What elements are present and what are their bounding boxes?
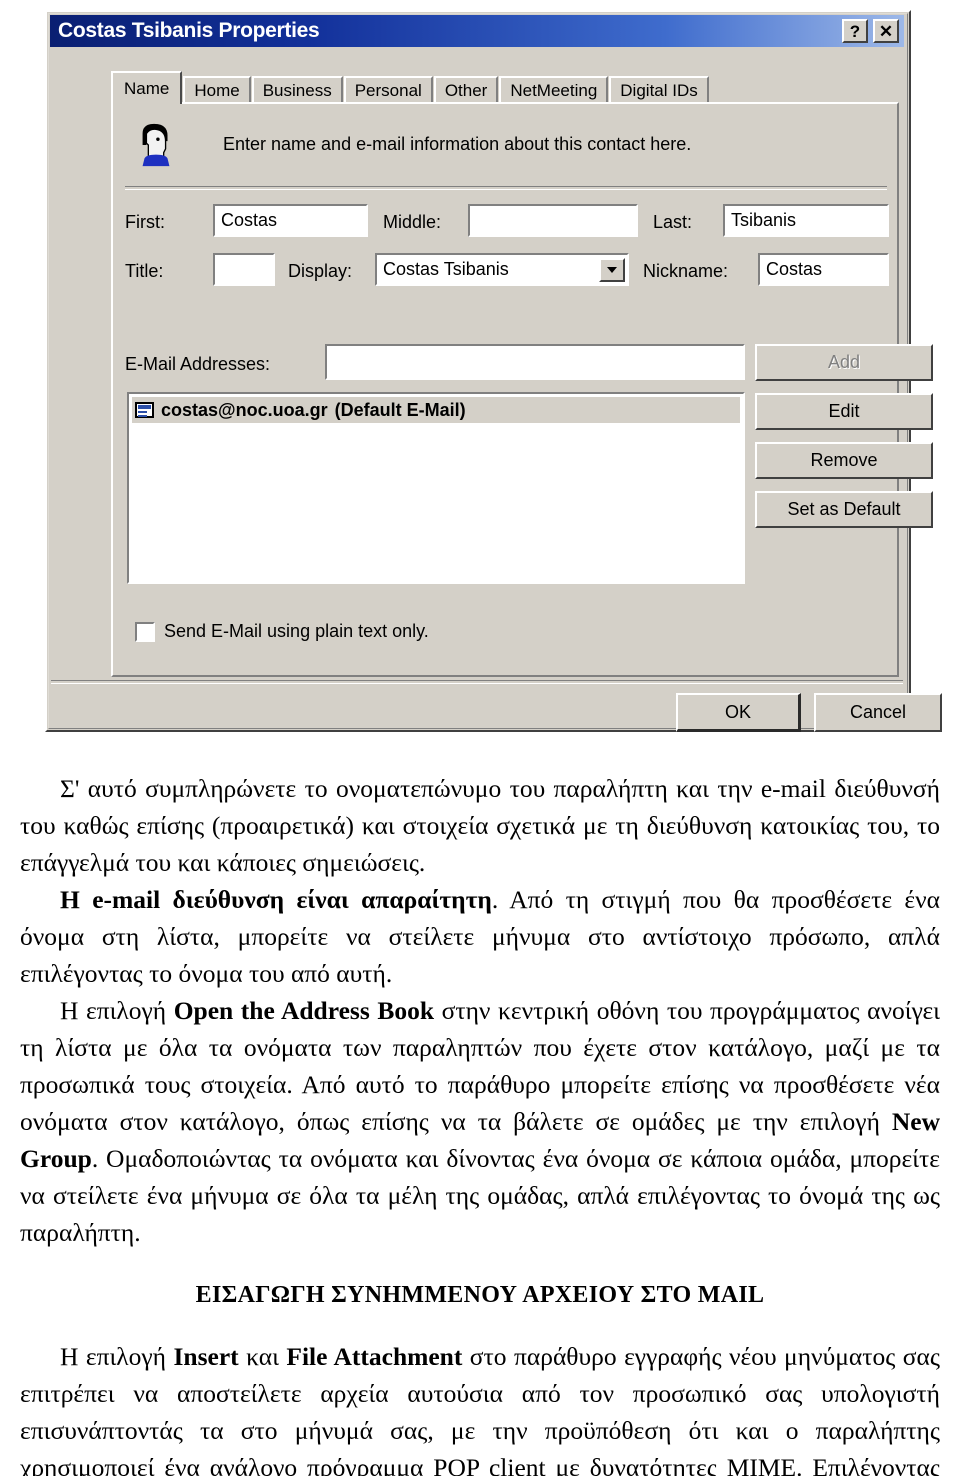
- open-address-book-term: Open the Address Book: [173, 996, 435, 1025]
- person-head-icon: [133, 122, 179, 168]
- middle-label: Middle:: [383, 212, 442, 232]
- chevron-down-icon[interactable]: [599, 257, 625, 282]
- plain-text-checkbox-row[interactable]: Send E-Mail using plain text only.: [135, 621, 429, 642]
- ok-button[interactable]: OK: [676, 693, 801, 732]
- name-tab-panel: Enter name and e-mail information about …: [111, 102, 933, 677]
- last-label: Last:: [653, 212, 693, 232]
- tab-name[interactable]: Name: [111, 71, 183, 104]
- tab-netmeeting[interactable]: NetMeeting: [499, 76, 609, 104]
- tab-strip: Name Home Business Personal Other NetMee…: [111, 71, 899, 104]
- insert-term: Insert: [173, 1342, 239, 1371]
- paragraph-3-tail: . Ομαδοποιώντας τα ονόματα και δίνοντας …: [20, 1144, 940, 1247]
- email-address-text: costas@noc.uoa.gr: [161, 399, 328, 420]
- nickname-input[interactable]: Costas: [758, 253, 889, 286]
- email-address-input[interactable]: [325, 344, 745, 380]
- email-default-suffix: (Default E-Mail): [334, 399, 466, 420]
- help-icon[interactable]: ?: [842, 19, 868, 43]
- first-label: First:: [125, 212, 165, 232]
- mail-card-icon: [135, 402, 154, 418]
- title-input[interactable]: [213, 253, 275, 286]
- tab-business[interactable]: Business: [251, 76, 343, 104]
- display-name-combobox[interactable]: Costas Tsibanis: [375, 253, 629, 286]
- paragraph-1: Σ' αυτό συμπληρώνετε το ονοματεπώνυμο το…: [20, 770, 940, 881]
- first-name-input[interactable]: Costas: [213, 204, 368, 237]
- tab-other[interactable]: Other: [433, 76, 499, 104]
- titlebar-buttons: ? ✕: [842, 19, 904, 43]
- panel-divider: [125, 186, 887, 190]
- page-root: Costas Tsibanis Properties ? ✕ Name Home…: [0, 0, 960, 1476]
- close-icon[interactable]: ✕: [873, 19, 899, 43]
- file-attachment-term: File Attachment: [286, 1342, 463, 1371]
- panel-hint-text: Enter name and e-mail information about …: [223, 134, 692, 154]
- nickname-label: Nickname:: [643, 261, 729, 281]
- footer-divider: [51, 680, 903, 684]
- paragraph-4-lead: Η επιλογή: [60, 1342, 174, 1371]
- tab-personal[interactable]: Personal: [343, 76, 433, 104]
- dialog-title: Costas Tsibanis Properties: [58, 19, 320, 42]
- section-heading: ΕΙΣΑΓΩΓΗ ΣΥΝΗΜΜΕΝΟΥ ΑΡΧΕΙΟΥ ΣΤΟ MAIL: [195, 1282, 765, 1308]
- contact-properties-dialog: Costas Tsibanis Properties ? ✕ Name Home…: [45, 10, 942, 732]
- document-body: Σ' αυτό συμπληρώνετε το ονοματεπώνυμο το…: [20, 770, 940, 1476]
- email-list[interactable]: costas@noc.uoa.gr (Default E-Mail): [127, 392, 745, 584]
- display-name-value: Costas Tsibanis: [383, 259, 509, 279]
- paragraph-4: Η επιλογή Insert και File Attachment στο…: [20, 1338, 940, 1476]
- dialog-titlebar[interactable]: Costas Tsibanis Properties ? ✕: [50, 15, 904, 47]
- title-label: Title:: [125, 261, 164, 281]
- last-name-input[interactable]: Tsibanis: [723, 204, 889, 237]
- plain-text-checkbox-label: Send E-Mail using plain text only.: [164, 621, 429, 641]
- paragraph-3-lead: Η επιλογή: [60, 996, 174, 1025]
- email-addresses-label: E-Mail Addresses:: [125, 354, 271, 374]
- plain-text-checkbox[interactable]: [135, 621, 155, 642]
- tab-digital-ids[interactable]: Digital IDs: [609, 76, 709, 104]
- tab-home[interactable]: Home: [183, 76, 251, 104]
- cancel-button[interactable]: Cancel: [814, 693, 942, 732]
- middle-name-input[interactable]: [468, 204, 638, 237]
- display-label: Display:: [288, 261, 353, 281]
- add-email-button[interactable]: Add: [755, 344, 933, 381]
- paragraph-3: Η επιλογή Open the Address Book στην κεν…: [20, 992, 940, 1251]
- list-item[interactable]: costas@noc.uoa.gr (Default E-Mail): [132, 397, 740, 423]
- set-as-default-button[interactable]: Set as Default: [755, 491, 933, 528]
- paragraph-2: Η e-mail διεύθυνση είναι απαραίτητη. Από…: [20, 881, 940, 992]
- edit-email-button[interactable]: Edit: [755, 393, 933, 430]
- remove-email-button[interactable]: Remove: [755, 442, 933, 479]
- paragraph-4-conj: και: [238, 1342, 287, 1371]
- paragraph-1-text: Σ' αυτό συμπληρώνετε το ονοματεπώνυμο το…: [20, 774, 940, 877]
- paragraph-2-bold: Η e-mail διεύθυνση είναι απαραίτητη: [60, 885, 492, 914]
